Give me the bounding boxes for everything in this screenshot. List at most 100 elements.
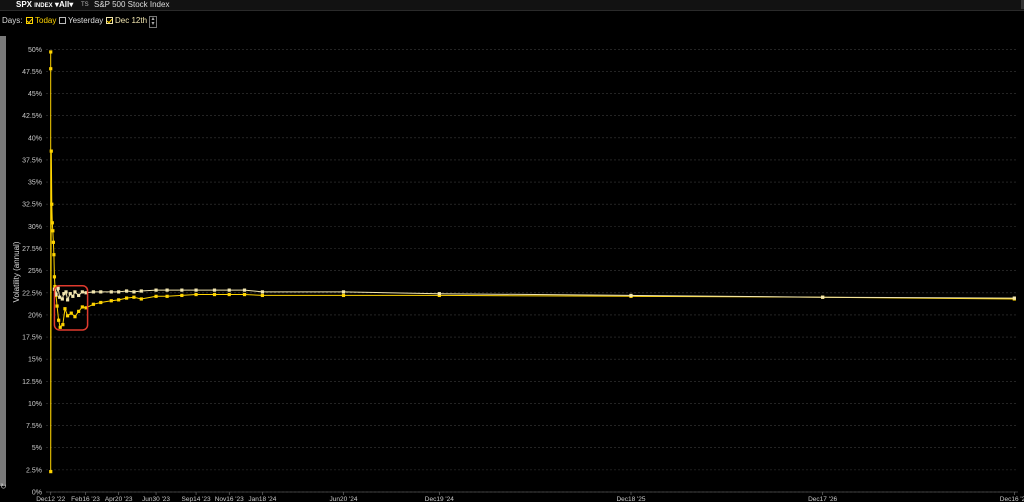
data-point [99,290,103,294]
add-day-stepper[interactable]: ▴ ▾ [149,16,157,28]
data-point [49,50,53,54]
data-point [56,286,60,290]
data-point [194,288,198,292]
data-point [629,293,633,298]
data-point [154,288,158,292]
day-option-today[interactable]: Today [26,14,56,28]
x-tick-label: Jan18 '24 [248,496,276,502]
y-tick-label: 0% [32,490,42,497]
x-tick-label: Jun30 '23 [142,496,170,502]
data-point [165,288,169,292]
grid-lines [46,48,1018,493]
highlight-box [53,284,89,331]
data-point [84,291,88,295]
data-point [821,295,825,299]
data-point [139,297,143,301]
y-tick-label: 32.5% [22,202,42,209]
data-point [132,295,136,299]
data-point [58,325,62,329]
data-point [68,292,72,296]
x-tick-label: Dec17 '26 [808,496,837,502]
data-point [109,290,113,294]
y-tick-label: 27.5% [22,246,42,253]
data-point [63,307,67,311]
data-point [61,323,65,327]
x-tick-label: Dec16 '27 [1000,496,1024,502]
data-point [212,292,217,297]
all-menu-label: All [59,0,70,9]
series-layer [49,50,1016,474]
data-point [437,293,441,298]
data-point [124,296,129,300]
data-point [80,290,84,294]
data-point [54,293,58,298]
data-point [212,288,217,292]
y-tick-label: 5% [32,445,42,452]
data-point [821,295,825,299]
day-option-dec12[interactable]: Dec 12th [106,14,147,28]
data-point [132,290,136,294]
data-point [242,288,247,292]
ts-label: TS [81,2,89,8]
data-point [154,294,158,298]
data-point [55,304,59,308]
chevron-down-icon: ▾ [69,0,74,9]
data-point [180,293,184,298]
data-point [50,202,54,206]
data-point [629,294,633,298]
days-label: Days: [2,16,23,25]
x-axis-ticks: Dec12 '22 Feb16 '23 Apr20 '23 Jun30 '23 Sep1… [36,492,1024,502]
series-line [53,288,1015,302]
data-point [437,292,441,296]
ticker-selector[interactable]: SPX INDEX ▾ [16,0,59,11]
y-tick-label: 50% [28,47,42,54]
data-point [58,295,62,299]
data-point [49,470,53,474]
data-point [165,294,169,298]
data-point [62,292,66,296]
data-point [227,292,231,297]
y-tick-label: 15% [28,357,42,364]
y-tick-label: 12.5% [22,379,42,386]
y-tick-label: 7.5% [26,423,42,430]
left-scrollbar[interactable] [0,36,6,486]
data-point [51,229,55,233]
data-point [54,292,58,297]
day-option-label: Yesterday [68,16,104,25]
data-point [60,297,64,301]
y-tick-label: 22.5% [22,290,42,297]
data-point [49,67,53,71]
data-point [99,300,103,305]
y-tick-label: 30% [28,224,42,231]
data-point [65,298,70,302]
ticker-symbol: SPX [16,0,33,9]
data-point [124,289,129,293]
data-point [242,292,247,297]
x-tick-label: Dec18 '25 [616,496,645,502]
data-point [49,149,53,153]
x-tick-label: Feb16 '23 [71,496,100,502]
data-point [194,292,198,297]
data-point [341,293,346,298]
data-point [91,302,95,306]
y-tick-label: 2.5% [26,467,42,474]
day-option-yesterday[interactable]: Yesterday [59,14,103,28]
y-tick-label: 35% [28,180,42,187]
checkbox-icon [26,17,33,24]
y-tick-label: 42.5% [22,113,42,120]
y-tick-label: 20% [28,312,42,319]
data-point [117,290,121,294]
x-tick-label: Nov16 '23 [215,496,244,502]
y-tick-label: 37.5% [22,157,42,164]
volatility-chart: 0% 2.5% 5% 7.5% 10% 12.5% 15% 17.5% 20% 22.5% 25% 2… [12,47,1024,502]
data-point [260,293,265,298]
all-menu[interactable]: All▾ [59,0,73,10]
data-point [73,315,77,319]
y-tick-label: 45% [28,91,42,98]
data-point [1012,297,1016,301]
reset-icon[interactable]: ↻ [0,482,7,492]
ticker-suffix: INDEX [34,3,53,9]
y-tick-label: 17.5% [22,335,42,342]
data-point [64,290,68,294]
series-line [50,51,1015,472]
